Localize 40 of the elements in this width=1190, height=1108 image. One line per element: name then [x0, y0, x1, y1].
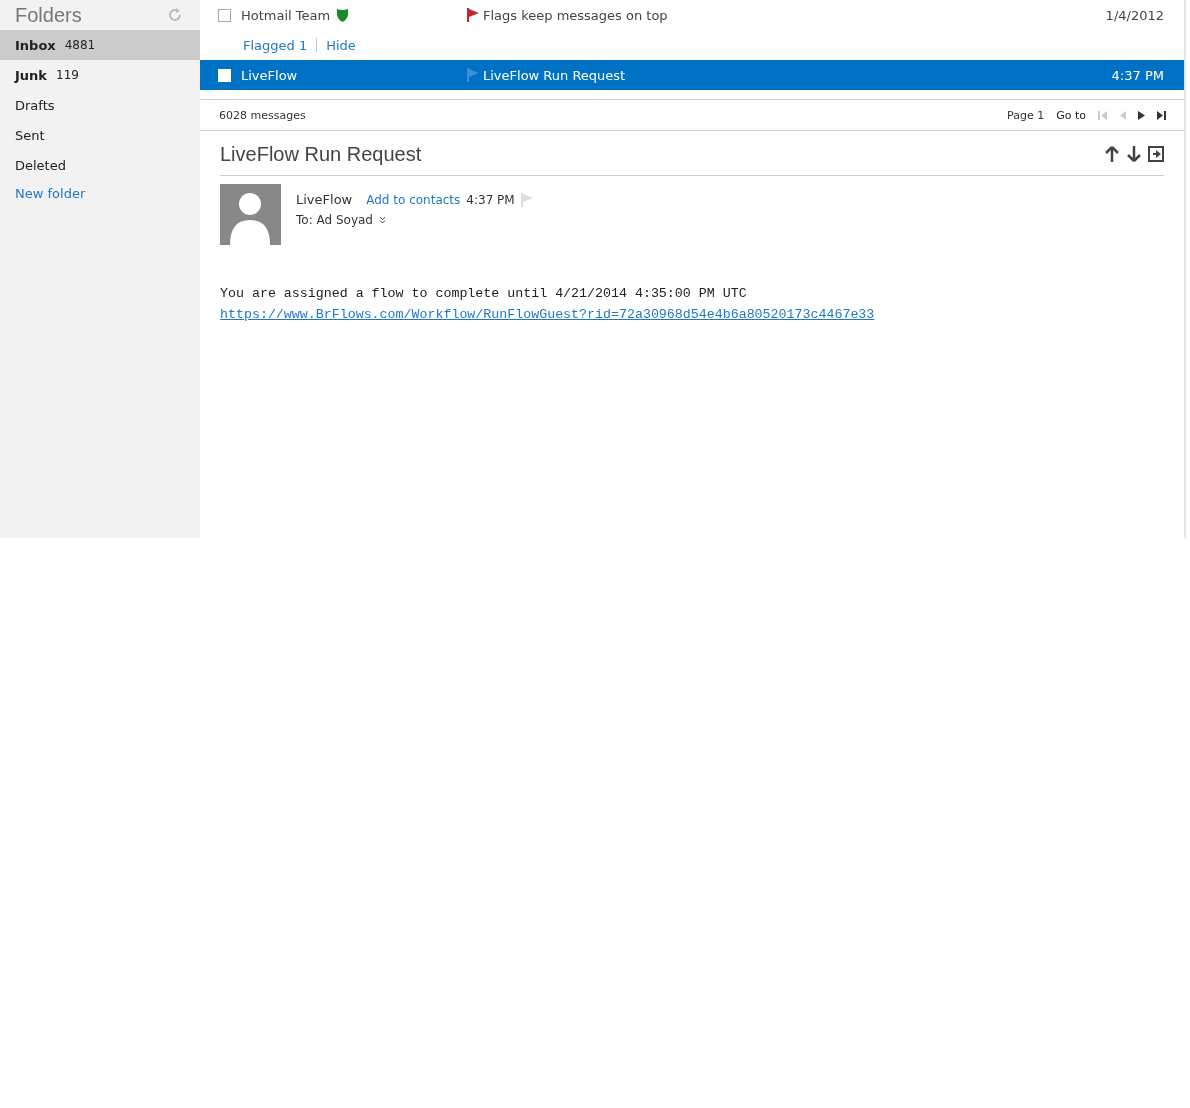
down-arrow-icon	[1126, 146, 1142, 162]
new-folder-link[interactable]: New folder	[0, 180, 200, 207]
sender-name: Hotmail Team	[241, 7, 331, 23]
avatar-silhouette	[220, 184, 281, 245]
folder-item[interactable]: Deleted	[0, 150, 200, 180]
flagged-filter-link[interactable]: Flagged 1	[243, 37, 308, 53]
message-date: 4:37 PM	[1111, 67, 1164, 83]
message-title: LiveFlow Run Request	[220, 142, 422, 166]
message-row[interactable]: LiveFlow LiveFlow Run Request 4:37 PM	[200, 60, 1184, 90]
last-page-icon	[1157, 110, 1166, 120]
message-date: 1/4/2012	[1105, 7, 1164, 23]
unread-count: 119	[56, 68, 79, 82]
go-to-button[interactable]: Go to	[1056, 108, 1086, 122]
page-number: Page 1	[1007, 108, 1045, 122]
folder-item[interactable]: Junk 119	[0, 60, 200, 90]
next-page-icon	[1138, 110, 1145, 120]
recipient: To: Ad Soyad	[296, 213, 373, 227]
message-body: You are assigned a flow to complete until 4/21/2014 4:35:00 PM UTC	[220, 285, 748, 303]
folder-item[interactable]: Sent	[0, 120, 200, 150]
expand-icon	[378, 216, 386, 224]
message-count: 6028 messages	[219, 108, 306, 122]
message-time: 4:37 PM	[466, 192, 515, 207]
pop-out-icon	[1148, 146, 1164, 162]
first-page-icon	[1098, 110, 1107, 120]
folder-item[interactable]: Drafts	[0, 90, 200, 120]
folder-item[interactable]: Inbox 4881	[0, 30, 200, 60]
workflow-link[interactable]: https://www.BrFlows.com/Workflow/RunFlowGuest?rid=72a30968d54e4b6a80520173c4467e33	[220, 307, 875, 322]
flag-icon	[520, 192, 533, 207]
folders-title: Folders	[15, 3, 82, 27]
sender-name: LiveFlow	[241, 67, 298, 83]
unread-count: 4881	[64, 38, 96, 52]
refresh-icon	[168, 8, 182, 22]
up-arrow-icon	[1104, 146, 1120, 162]
sender-name: LiveFlow	[296, 192, 353, 207]
add-to-contacts-link[interactable]: Add to contacts	[366, 192, 461, 207]
checkbox[interactable]	[218, 8, 231, 22]
previous-page-icon	[1119, 110, 1126, 120]
message-subject: LiveFlow Run Request	[483, 67, 626, 83]
hide-link[interactable]: Hide	[326, 37, 356, 53]
message-subject: Flags keep messages on top	[483, 7, 668, 23]
